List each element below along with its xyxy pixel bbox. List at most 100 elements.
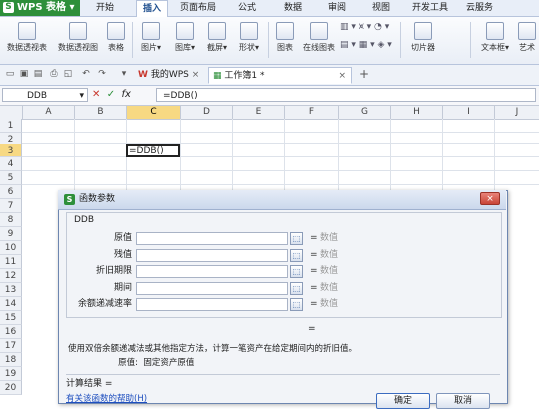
new-tab-button[interactable]: + (358, 68, 370, 80)
row-header[interactable]: 12 (0, 269, 22, 283)
online-chart-button[interactable]: 在线图表 (300, 20, 338, 62)
column-header-selected[interactable]: C (126, 106, 180, 119)
screenshot-icon (208, 22, 226, 40)
row-header[interactable]: 8 (0, 213, 22, 227)
undo-icon[interactable]: ↶ (80, 68, 92, 80)
column-header[interactable]: F (284, 106, 338, 119)
slicer-button[interactable]: 切片器 (406, 20, 440, 62)
menu-page-layout[interactable]: 页面布局 (180, 0, 216, 16)
param-description: 原值: 固定资产原值 (118, 358, 195, 368)
pivot-chart-button[interactable]: 数据透视图 (54, 20, 102, 62)
tab-my-wps[interactable]: W 我的WPS × (134, 67, 204, 84)
row-header-selected[interactable]: 3 (0, 144, 22, 157)
collapse-dialog-icon[interactable]: ⬚ (290, 298, 303, 311)
pivot-table-icon (18, 22, 36, 40)
folder-icon[interactable]: ▭ (4, 68, 16, 80)
param-input-life[interactable] (136, 265, 288, 278)
param-equals: = (310, 299, 318, 309)
close-icon[interactable]: × (192, 70, 200, 80)
textbox-button[interactable]: 文本框▾ (476, 20, 514, 62)
app-menu-button[interactable]: S WPS 表格 ▾ (0, 0, 80, 16)
menu-data[interactable]: 数据 (284, 0, 302, 16)
param-label: 折旧期限 (95, 266, 132, 276)
screenshot-button[interactable]: 截屏▾ (202, 20, 232, 62)
menu-home[interactable]: 开始 (96, 0, 114, 16)
row-header[interactable]: 13 (0, 283, 22, 297)
shapes-button[interactable]: 形状▾ (234, 20, 264, 62)
column-header[interactable]: J (494, 106, 539, 119)
column-header[interactable]: G (338, 106, 390, 119)
column-header[interactable]: I (442, 106, 494, 119)
close-icon[interactable]: × (480, 192, 500, 205)
row-header[interactable]: 4 (0, 157, 22, 171)
row-header[interactable]: 18 (0, 353, 22, 367)
insert-function-icon[interactable]: fx (122, 89, 131, 100)
preview-icon[interactable]: ◱ (62, 68, 74, 80)
param-input-factor[interactable] (136, 298, 288, 311)
save-as-icon[interactable]: ▤ (32, 68, 44, 80)
cancel-formula-icon[interactable]: ✕ (92, 89, 100, 100)
collapse-dialog-icon[interactable]: ⬚ (290, 265, 303, 278)
function-help-link[interactable]: 有关该函数的帮助(H) (66, 394, 147, 404)
formula-input[interactable]: =DDB() (156, 88, 536, 102)
menu-insert[interactable]: 插入 (136, 0, 169, 18)
pivot-table-button[interactable]: 数据透视表 (4, 20, 50, 62)
active-cell[interactable]: =DDB() (126, 144, 180, 157)
print-icon[interactable]: ⎙ (48, 68, 60, 80)
row-header[interactable]: 7 (0, 199, 22, 213)
row-header[interactable]: 20 (0, 381, 22, 395)
dialog-title-bar[interactable] (58, 190, 506, 210)
confirm-formula-icon[interactable]: ✓ (107, 89, 115, 100)
gallery-button[interactable]: 图库▾ (170, 20, 200, 62)
row-header[interactable]: 10 (0, 241, 22, 255)
online-chart-icon (310, 22, 328, 40)
row-header[interactable]: 14 (0, 297, 22, 311)
param-result: 数值 (320, 233, 339, 243)
row-header[interactable]: 6 (0, 185, 22, 199)
close-icon[interactable]: × (338, 68, 346, 85)
collapse-dialog-icon[interactable]: ⬚ (290, 282, 303, 295)
row-header[interactable]: 1 (0, 119, 22, 133)
row-header[interactable]: 9 (0, 227, 22, 241)
picture-button[interactable]: 图片▾ (136, 20, 166, 62)
chevron-down-icon[interactable]: ▾ (118, 68, 130, 80)
menu-cloud[interactable]: 云服务 (466, 0, 493, 16)
collapse-dialog-icon[interactable]: ⬚ (290, 232, 303, 245)
select-all-corner[interactable] (0, 106, 22, 119)
row-header[interactable]: 15 (0, 311, 22, 325)
cancel-button[interactable]: 取消 (436, 393, 490, 409)
gridline (22, 156, 539, 157)
chart-button[interactable]: 图表 (272, 20, 298, 62)
param-input-salvage[interactable] (136, 249, 288, 262)
menu-review[interactable]: 审阅 (328, 0, 346, 16)
name-box[interactable]: DDB ▾ (2, 88, 88, 102)
menu-view[interactable]: 视图 (372, 0, 390, 16)
column-header[interactable]: A (22, 106, 74, 119)
wordart-button[interactable]: 艺术 (516, 20, 538, 62)
save-icon[interactable]: ▣ (18, 68, 30, 80)
row-header[interactable]: 19 (0, 367, 22, 381)
menu-developer[interactable]: 开发工具 (412, 0, 448, 16)
collapse-dialog-icon[interactable]: ⬚ (290, 249, 303, 262)
wps-logo-icon: S (3, 2, 14, 13)
column-header[interactable]: D (180, 106, 232, 119)
tab-workbook1[interactable]: ▦ 工作簿1 * × (208, 67, 352, 84)
column-header[interactable]: H (390, 106, 442, 119)
column-header[interactable]: B (74, 106, 126, 119)
row-header[interactable]: 5 (0, 171, 22, 185)
table-button[interactable]: 表格 (104, 20, 128, 62)
param-input-period[interactable] (136, 282, 288, 295)
chart-type-icons-2[interactable]: ▤ ▾ ▦ ▾ ◈ ▾ (340, 40, 392, 54)
row-header[interactable]: 11 (0, 255, 22, 269)
row-header[interactable]: 16 (0, 325, 22, 339)
column-header[interactable]: E (232, 106, 284, 119)
chevron-down-icon[interactable]: ▾ (79, 89, 84, 103)
param-input-cost[interactable] (136, 232, 288, 245)
row-header[interactable]: 17 (0, 339, 22, 353)
redo-icon[interactable]: ↷ (96, 68, 108, 80)
chevron-down-icon: ▾ (69, 2, 75, 13)
ok-button[interactable]: 确定 (376, 393, 430, 409)
param-result: 数值 (320, 299, 339, 309)
menu-formulas[interactable]: 公式 (238, 0, 256, 16)
chart-type-icons[interactable]: ▥ ▾ ⩙ ▾ ◔ ▾ (340, 22, 389, 36)
